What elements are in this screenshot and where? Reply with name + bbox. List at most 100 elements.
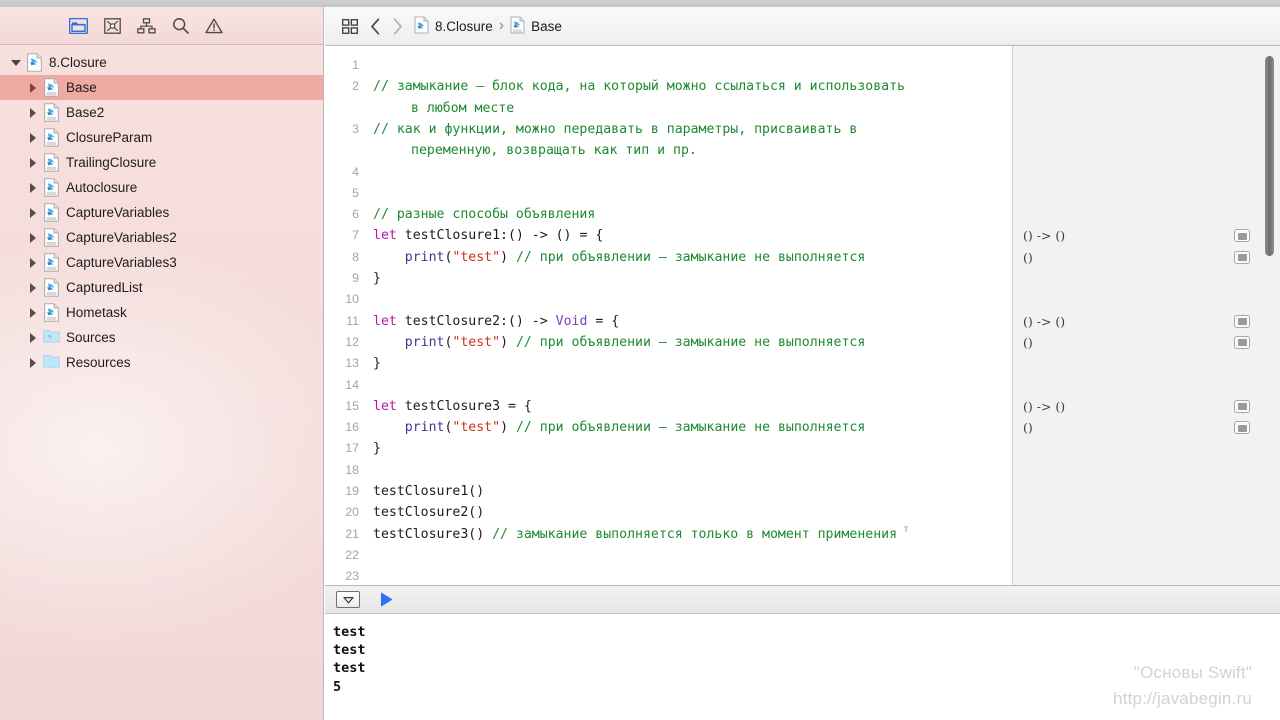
- disclosure-closed-icon[interactable]: [26, 206, 39, 219]
- xcode-window: 8.Closure Base Base2 ClosureParam TrailingCl…: [0, 0, 1280, 720]
- navigator-row-closureparam[interactable]: ClosureParam: [0, 125, 323, 150]
- breadcrumb-separator: ›: [498, 17, 505, 34]
- disclosure-closed-icon[interactable]: [26, 131, 39, 144]
- line-number: 19: [345, 484, 359, 498]
- disclosure-closed-icon[interactable]: [26, 156, 39, 169]
- line-number: 21: [345, 526, 359, 541]
- source-control-icon[interactable]: [100, 15, 124, 37]
- playground-page-icon: [510, 16, 525, 37]
- disclosure-closed-icon[interactable]: [26, 181, 39, 194]
- navigator-row-base2[interactable]: Base2: [0, 100, 323, 125]
- navigator-row-capturevariables3[interactable]: CaptureVariables3: [0, 250, 323, 275]
- result-row: () -> (): [1013, 225, 1280, 246]
- code-wrapped-text: в любом месте: [373, 98, 905, 119]
- disclosure-closed-icon[interactable]: [26, 81, 39, 94]
- token-cmt: // замыкание выполняется только в момент…: [492, 526, 898, 542]
- navigator-row-8-closure[interactable]: 8.Closure: [0, 50, 323, 75]
- line-number: 22: [345, 547, 359, 562]
- warning-icon[interactable]: [202, 15, 226, 37]
- hierarchy-icon[interactable]: [134, 15, 158, 37]
- code-text: testClosure2(): [373, 502, 484, 523]
- result-value: (): [1023, 249, 1033, 265]
- token-typ: Void: [555, 313, 588, 329]
- line-number: 12: [345, 334, 359, 349]
- quick-look-button[interactable]: [1234, 421, 1250, 435]
- navigator-row-autoclosure[interactable]: Autoclosure: [0, 175, 323, 200]
- token-str: "test": [452, 334, 501, 350]
- related-items-icon[interactable]: [336, 14, 364, 38]
- quick-look-button[interactable]: [1234, 335, 1250, 349]
- token-pln: testClosure3 = {: [396, 398, 532, 414]
- code-wrapped-text: переменную, возвращать как тип и пр.: [373, 140, 857, 161]
- navigator-row-label: CaptureVariables3: [66, 255, 177, 270]
- navigator-row-capturedlist[interactable]: CapturedList: [0, 275, 323, 300]
- breadcrumb-page[interactable]: Base: [510, 16, 562, 37]
- code-text: let testClosure3 = {: [373, 396, 532, 417]
- breadcrumb-page-label: Base: [531, 18, 562, 34]
- navigator-row-capturevariables2[interactable]: CaptureVariables2: [0, 225, 323, 250]
- navigator-row-label: Resources: [66, 355, 131, 370]
- token-fn: print: [373, 420, 445, 436]
- code-text: let testClosure2:() -> Void = {: [373, 311, 619, 332]
- disclosure-closed-icon[interactable]: [26, 231, 39, 244]
- disclosure-closed-icon[interactable]: [26, 281, 39, 294]
- vertical-scrollbar[interactable]: [1265, 56, 1274, 256]
- navigator-toolbar: [0, 7, 323, 45]
- console-line: test: [333, 624, 366, 640]
- line-number: 5: [352, 185, 359, 200]
- console-toolbar: [325, 585, 1280, 614]
- token-pln: }: [373, 441, 381, 457]
- disclosure-closed-icon[interactable]: [26, 356, 39, 369]
- line-number: 1: [352, 58, 359, 72]
- results-sidebar: () -> () () () -> () () () -> () (): [1012, 46, 1280, 587]
- quick-look-button[interactable]: [1234, 314, 1250, 328]
- quick-look-button[interactable]: [1234, 250, 1250, 264]
- breadcrumb-project[interactable]: 8.Closure: [414, 16, 493, 37]
- result-value: (): [1023, 420, 1033, 436]
- navigator-row-label: Hometask: [66, 305, 127, 320]
- navigator-row-trailingclosure[interactable]: TrailingClosure: [0, 150, 323, 175]
- navigator-row-sources[interactable]: Sources: [0, 325, 323, 350]
- result-row: (): [1013, 332, 1280, 353]
- navigator-row-capturevariables[interactable]: CaptureVariables: [0, 200, 323, 225]
- line-number: 15: [345, 398, 359, 413]
- code-editor[interactable]: 1 2// замыкание — блок кода, на который м…: [325, 46, 1280, 587]
- folder-icon[interactable]: [66, 15, 90, 37]
- playground-page-icon: [43, 103, 60, 122]
- code-text: print("test") // при объявлении — замыка…: [373, 332, 866, 353]
- playground-page-icon: [43, 128, 60, 147]
- navigator-row-base[interactable]: Base: [0, 75, 323, 100]
- search-icon[interactable]: [168, 15, 192, 37]
- chevron-right-icon[interactable]: [386, 14, 408, 38]
- disclosure-closed-icon[interactable]: [26, 331, 39, 344]
- play-icon[interactable]: [376, 590, 396, 610]
- line-number: 3: [352, 121, 359, 136]
- token-pln: testClosure2(): [373, 505, 485, 521]
- result-row: () -> (): [1013, 396, 1280, 417]
- navigator-tree: 8.Closure Base Base2 ClosureParam TrailingCl…: [0, 45, 323, 375]
- line-number: 23: [345, 569, 359, 584]
- token-cmt: // как и функции, можно передавать в пар…: [373, 121, 858, 137]
- navigator-row-hometask[interactable]: Hometask: [0, 300, 323, 325]
- line-number: 13: [345, 356, 359, 371]
- token-pln: ): [500, 334, 516, 350]
- line-number: 7: [352, 228, 359, 243]
- quick-look-button[interactable]: [1234, 229, 1250, 243]
- token-pln: ): [500, 249, 516, 265]
- navigator-row-label: ClosureParam: [66, 130, 153, 145]
- chevron-down-box-icon[interactable]: [336, 591, 360, 608]
- playground-page-icon: [43, 228, 60, 247]
- disclosure-closed-icon[interactable]: [26, 256, 39, 269]
- token-kw: let: [373, 228, 397, 244]
- token-cmt: переменную, возвращать как тип и пр.: [411, 143, 697, 159]
- disclosure-closed-icon[interactable]: [26, 306, 39, 319]
- navigator-row-label: Base2: [66, 105, 105, 120]
- disclosure-open-icon[interactable]: [9, 56, 22, 69]
- chevron-left-icon[interactable]: [364, 14, 386, 38]
- result-row: (): [1013, 417, 1280, 438]
- playground-icon: [26, 53, 43, 72]
- navigator-row-resources[interactable]: Resources: [0, 350, 323, 375]
- quick-look-button[interactable]: [1234, 399, 1250, 413]
- result-row: (): [1013, 247, 1280, 268]
- disclosure-closed-icon[interactable]: [26, 106, 39, 119]
